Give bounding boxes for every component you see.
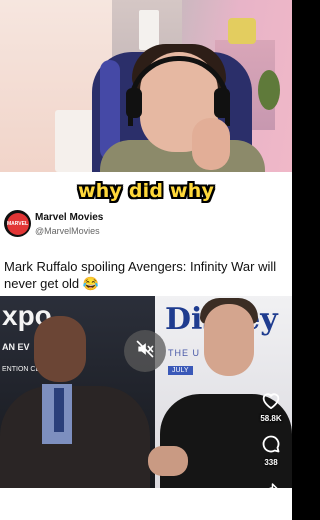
tweet-video[interactable]: xpo AN EV ENTION CEN Disney THE U JULY <box>0 296 292 488</box>
account-handle[interactable]: @MarvelMovies <box>35 226 100 236</box>
streamer-webcam <box>0 0 292 172</box>
backdrop-text-event: AN EV <box>2 342 30 352</box>
backdrop-text-ultimate: THE U <box>168 348 200 358</box>
video-caption: why did why <box>77 180 215 202</box>
marvel-logo-icon: MARVEL <box>6 212 29 235</box>
account-avatar[interactable]: MARVEL <box>4 210 31 237</box>
comment-action[interactable]: 338 <box>256 432 286 467</box>
account-name[interactable]: Marvel Movies <box>35 212 103 223</box>
like-count: 58.8K <box>260 414 282 423</box>
bottom-strip <box>0 488 292 520</box>
mute-button[interactable] <box>124 330 166 372</box>
like-action[interactable]: 58.8K <box>256 388 286 423</box>
muted-speaker-icon <box>135 339 155 364</box>
comment-bubble-icon[interactable] <box>256 432 286 456</box>
heart-icon[interactable] <box>256 388 286 412</box>
tweet-text: Mark Ruffalo spoiling Avengers: Infinity… <box>4 259 277 291</box>
comment-count: 338 <box>264 458 278 467</box>
backdrop-text-date: JULY <box>168 366 193 375</box>
